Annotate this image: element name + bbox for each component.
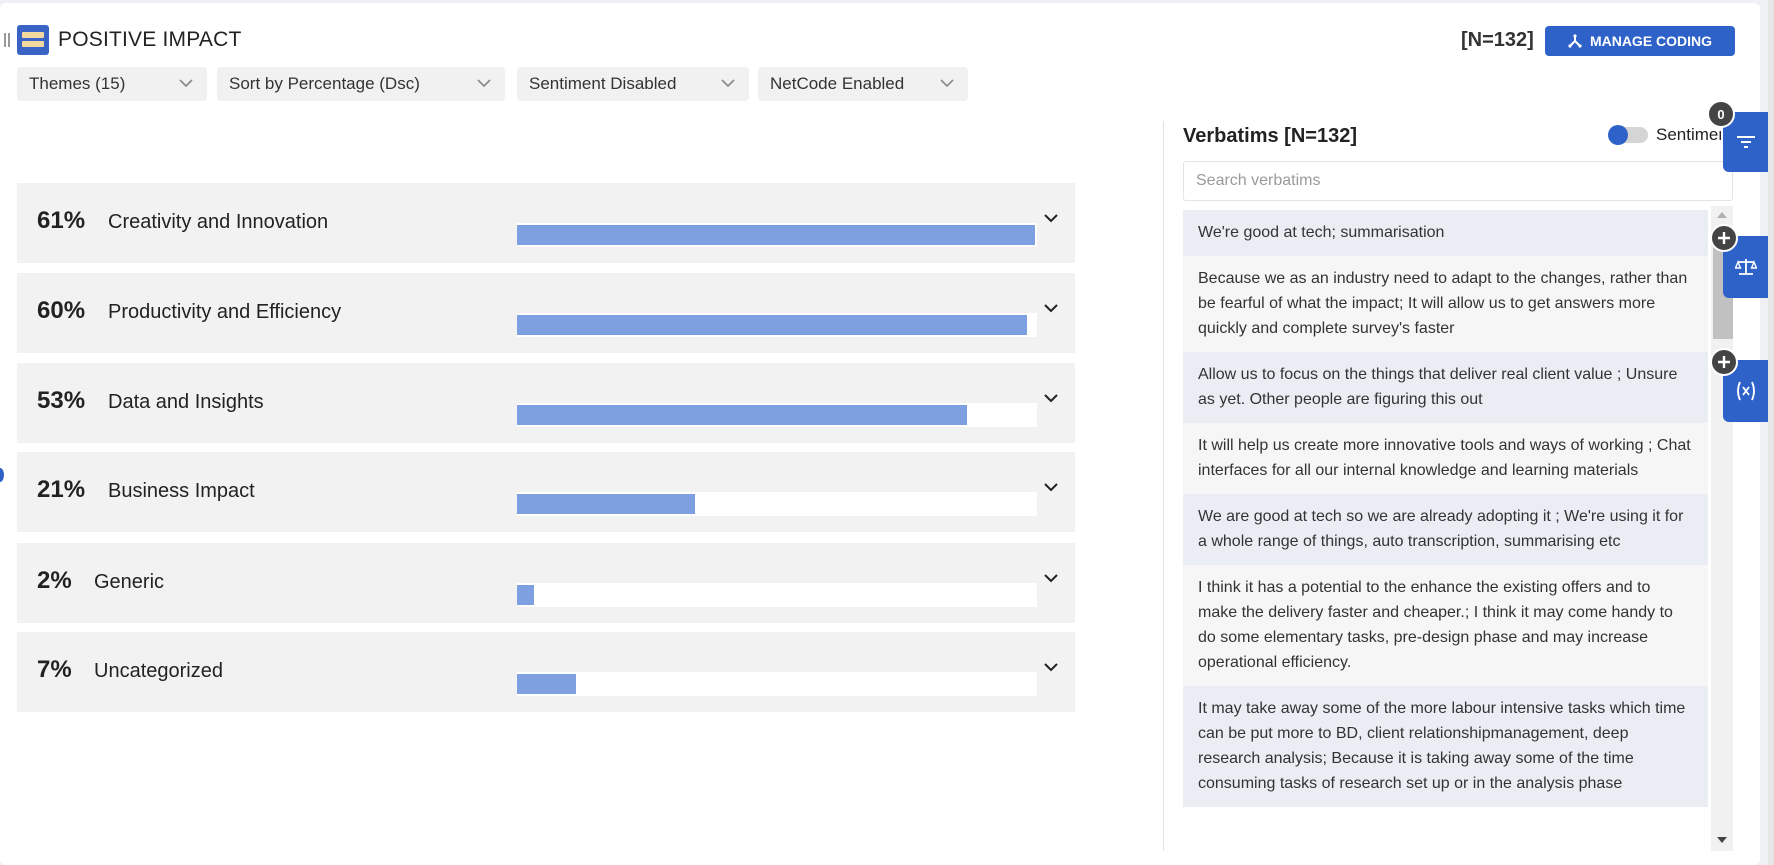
list-item[interactable]: We're good at tech; summarisation — [1183, 210, 1708, 256]
theme-row[interactable]: 7% Uncategorized — [17, 632, 1075, 712]
themes-dropdown-value: Themes (15) — [29, 74, 126, 93]
theme-percentage: 21% — [37, 476, 86, 503]
theme-row[interactable]: 53% Data and Insights — [17, 363, 1075, 443]
theme-row[interactable]: 60% Productivity and Efficiency — [17, 273, 1075, 353]
theme-bar — [517, 405, 967, 425]
report-icon — [17, 25, 49, 55]
theme-label: Generic — [94, 571, 165, 593]
hierarchy-icon — [1568, 34, 1582, 48]
list-item[interactable]: Because we as an industry need to adapt … — [1183, 256, 1708, 352]
netcode-dropdown[interactable]: NetCode Enabled — [758, 67, 968, 101]
list-item[interactable]: It will help us create more innovative t… — [1183, 423, 1708, 494]
theme-percentage: 2% — [37, 567, 72, 594]
page-title: POSITIVE IMPACT — [58, 28, 242, 51]
chevron-down-icon[interactable] — [1044, 574, 1058, 583]
page: POSITIVE IMPACT [N=132] MANAGE CODING Th… — [0, 0, 1774, 865]
add-weighting-button[interactable] — [1710, 224, 1738, 252]
sort-dropdown-value: Sort by Percentage (Dsc) — [229, 74, 420, 93]
manage-coding-button[interactable]: MANAGE CODING — [1545, 26, 1735, 56]
panel-divider — [1163, 121, 1164, 851]
theme-bar — [517, 315, 1027, 335]
filter-count-badge: 0 — [1707, 100, 1735, 128]
theme-bar-track — [517, 672, 1037, 696]
response-count: [N=132] — [1461, 29, 1534, 51]
list-item[interactable]: Allow us to focus on the things that del… — [1183, 352, 1708, 423]
window-edge — [1768, 0, 1774, 865]
theme-bar — [517, 494, 695, 514]
theme-percentage: 7% — [37, 656, 72, 683]
positive-impact-card: POSITIVE IMPACT [N=132] MANAGE CODING Th… — [0, 3, 1760, 865]
plus-icon — [1718, 232, 1730, 244]
scroll-up-arrow-icon[interactable] — [1717, 212, 1727, 218]
theme-row[interactable]: 61% Creativity and Innovation — [17, 183, 1075, 263]
theme-bar — [517, 674, 576, 694]
theme-bar-track — [517, 583, 1037, 607]
variable-icon — [1737, 381, 1755, 401]
chevron-down-icon[interactable] — [1044, 483, 1058, 492]
theme-percentage: 60% — [37, 297, 86, 324]
theme-bar — [517, 225, 1035, 245]
list-item[interactable]: It may take away some of the more labour… — [1183, 686, 1708, 807]
scroll-down-arrow-icon[interactable] — [1717, 837, 1727, 843]
theme-bar — [517, 585, 534, 605]
verbatims-scrollbar[interactable] — [1711, 206, 1733, 851]
theme-percentage: 53% — [37, 387, 86, 414]
manage-coding-label: MANAGE CODING — [1589, 33, 1713, 49]
sort-dropdown[interactable]: Sort by Percentage (Dsc) — [217, 67, 505, 101]
theme-label: Business Impact — [108, 480, 255, 502]
theme-percentage: 61% — [37, 207, 86, 234]
search-verbatims-input[interactable] — [1183, 161, 1733, 201]
chevron-down-icon[interactable] — [1044, 394, 1058, 403]
chevron-down-icon — [179, 79, 193, 88]
theme-label: Productivity and Efficiency — [108, 301, 342, 323]
theme-row[interactable]: 2% Generic — [17, 543, 1075, 623]
drag-handle-icon[interactable] — [4, 33, 10, 47]
sentiment-dropdown[interactable]: Sentiment Disabled — [517, 67, 749, 101]
list-item[interactable]: We are good at tech so we are already ad… — [1183, 494, 1708, 565]
chevron-down-icon — [721, 79, 735, 88]
theme-row[interactable]: 21% Business Impact — [17, 452, 1075, 532]
netcode-dropdown-value: NetCode Enabled — [770, 74, 905, 93]
filter-icon — [1737, 136, 1755, 148]
chevron-down-icon[interactable] — [1044, 663, 1058, 672]
add-variable-button[interactable] — [1710, 348, 1738, 376]
sentiment-toggle[interactable] — [1608, 125, 1648, 145]
chevron-down-icon[interactable] — [1044, 214, 1058, 223]
plus-icon — [1718, 356, 1730, 368]
toggle-knob — [1608, 125, 1628, 145]
verbatims-title: Verbatims [N=132] — [1183, 125, 1357, 147]
theme-label: Data and Insights — [108, 391, 264, 413]
chevron-down-icon — [940, 79, 954, 88]
chevron-down-icon[interactable] — [1044, 304, 1058, 313]
sentiment-toggle-label: Sentiment — [1656, 125, 1721, 144]
list-item[interactable]: I think it has a potential to the enhanc… — [1183, 565, 1708, 686]
chevron-down-icon — [477, 79, 491, 88]
balance-scale-icon — [1735, 259, 1757, 275]
theme-label: Creativity and Innovation — [108, 211, 329, 233]
theme-label: Uncategorized — [94, 660, 223, 682]
themes-dropdown[interactable]: Themes (15) — [17, 67, 207, 101]
sentiment-dropdown-value: Sentiment Disabled — [529, 74, 677, 93]
verbatims-list: We're good at tech; summarisation Becaus… — [1183, 210, 1708, 851]
